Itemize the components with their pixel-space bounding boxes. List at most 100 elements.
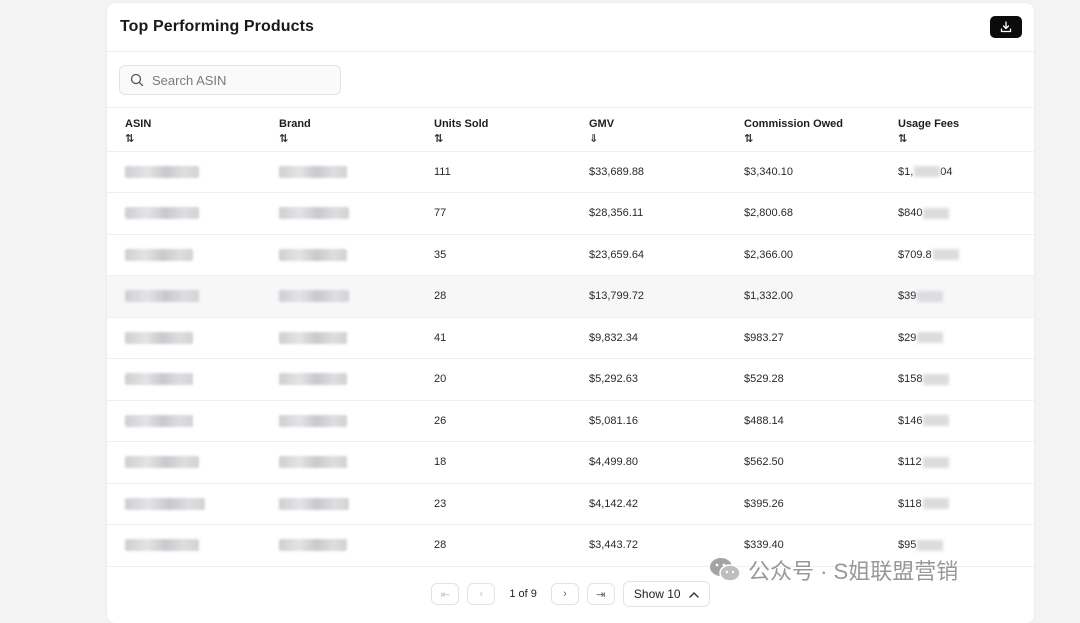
sort-icon[interactable]: ⇅ [125,132,261,145]
table-body: 111 $33,689.88 $3,340.10 $1, 04 77 $28,356.11 $… [107,151,1034,567]
table-row[interactable]: 18 $4,499.80 $562.50 $112 [107,441,1034,484]
asin-cell [107,317,261,359]
asin-cell [107,275,261,318]
redacted-brand [279,456,347,469]
usage-fees-cell: $118 [880,483,1034,525]
search-bar [107,52,1034,108]
last-page-button[interactable]: ⇥ [586,583,615,605]
search-input[interactable] [150,71,324,89]
asin-cell [107,358,261,401]
prev-page-button[interactable]: ‹ [467,583,496,605]
usage-fees-visible: $1, [898,165,914,178]
commission-cell: $983.27 [726,317,880,359]
sort-icon[interactable]: ⇅ [434,132,571,145]
sort-icon[interactable]: ⇅ [744,132,880,145]
column-header[interactable]: ASIN ⇅ [107,108,261,152]
download-button[interactable] [990,16,1022,38]
download-icon [1000,21,1012,33]
commission-cell: $562.50 [726,441,880,484]
search-box[interactable] [119,65,341,95]
next-page-button[interactable]: › [550,583,579,605]
redacted-brand [279,331,347,344]
redacted-brand [279,248,347,261]
brand-cell [261,275,416,318]
redacted-fee [917,539,944,551]
usage-fees-visible: $39 [898,290,917,303]
redacted-fee [914,166,941,178]
gmv-cell: $5,081.16 [571,400,726,442]
brand-cell [261,524,416,567]
table-row[interactable]: 35 $23,659.64 $2,366.00 $709.8 [107,234,1034,276]
redacted-brand [279,414,347,427]
sort-icon[interactable]: ⇅ [898,132,1034,145]
page-size-label: Show 10 [633,587,681,601]
usage-fees-visible: $29 [898,331,917,344]
usage-fees-cell: $146 [880,400,1034,442]
usage-fees-cell: $1, 04 [880,151,1034,193]
first-page-button[interactable]: ⇤ [431,583,460,605]
redacted-fee [923,207,950,219]
redacted-asin [125,539,199,552]
redacted-fee [923,373,950,385]
brand-cell [261,317,416,359]
units-cell: 26 [416,400,571,442]
column-header[interactable]: GMV ⇓ [571,108,726,152]
redacted-brand [279,539,347,552]
asin-cell [107,400,261,442]
usage-fees-visible: $146 [898,414,923,427]
redacted-asin [125,331,193,344]
gmv-cell: $4,499.80 [571,441,726,484]
table-row[interactable]: 23 $4,142.42 $395.26 $118 [107,483,1034,525]
brand-cell [261,400,416,442]
redacted-asin [125,497,205,510]
asin-cell [107,151,261,193]
redacted-brand [279,290,349,303]
usage-fees-visible: $840 [898,207,923,220]
redacted-asin [125,414,193,427]
asin-cell [107,524,261,567]
redacted-asin [125,165,199,178]
brand-cell [261,234,416,276]
redacted-asin [125,248,193,261]
units-cell: 20 [416,358,571,401]
commission-cell: $2,366.00 [726,234,880,276]
column-header[interactable]: Units Sold ⇅ [416,108,571,152]
table-row[interactable]: 26 $5,081.16 $488.14 $146 [107,400,1034,442]
table-row[interactable]: 28 $13,799.72 $1,332.00 $39 [107,275,1034,318]
table-row[interactable]: 111 $33,689.88 $3,340.10 $1, 04 [107,151,1034,193]
search-icon [130,73,144,87]
units-cell: 18 [416,441,571,484]
table-row[interactable]: 20 $5,292.63 $529.28 $158 [107,358,1034,401]
usage-fees-cell: $158 [880,358,1034,401]
products-card: Top Performing Products ASIN⇅Brand⇅Units… [107,3,1034,623]
redacted-fee [932,249,959,261]
usage-fees-visible: $118 [898,497,922,510]
sort-desc-icon[interactable]: ⇓ [589,132,726,145]
column-header[interactable]: Brand ⇅ [261,108,416,152]
redacted-fee [917,332,944,344]
card-title: Top Performing Products [120,18,315,35]
column-header-label: Usage Fees [898,118,960,130]
gmv-cell: $33,689.88 [571,151,726,193]
card-header: Top Performing Products [107,3,1034,52]
column-header[interactable]: Usage Fees ⇅ [880,108,1034,152]
brand-cell [261,192,416,235]
table-row[interactable]: 77 $28,356.11 $2,800.68 $840 [107,192,1034,235]
table-row[interactable]: 41 $9,832.34 $983.27 $29 [107,317,1034,359]
gmv-cell: $23,659.64 [571,234,726,276]
page-size-select[interactable]: Show 10 [622,581,710,607]
redacted-fee [923,415,950,427]
asin-cell [107,234,261,276]
sort-icon[interactable]: ⇅ [279,132,416,145]
units-cell: 28 [416,275,571,318]
units-cell: 35 [416,234,571,276]
units-cell: 23 [416,483,571,525]
asin-cell [107,192,261,235]
brand-cell [261,441,416,484]
column-header[interactable]: Commission Owed ⇅ [726,108,880,152]
chevron-up-icon [688,591,699,598]
column-header-label: Commission Owed [744,118,844,130]
usage-fees-visible: $709.8 [898,248,932,261]
asin-cell [107,441,261,484]
brand-cell [261,358,416,401]
